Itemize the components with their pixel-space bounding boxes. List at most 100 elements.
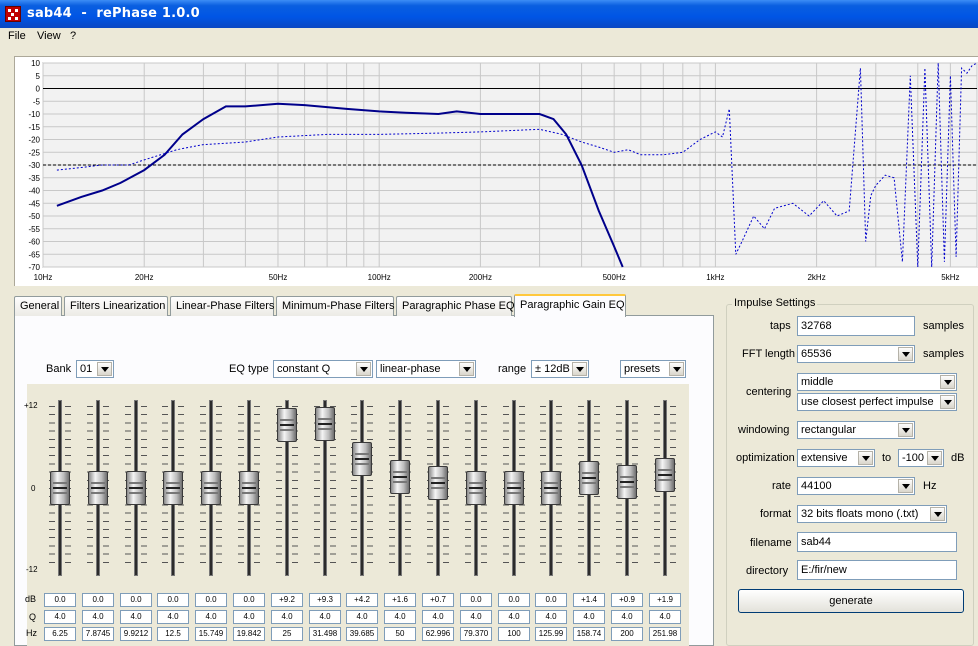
slider-thumb[interactable] xyxy=(428,466,448,501)
band-hz-value[interactable]: 200 xyxy=(611,627,643,641)
band-db-value[interactable]: +0.9 xyxy=(611,593,643,607)
band-q-value[interactable]: 4.0 xyxy=(649,610,681,624)
band-slider[interactable] xyxy=(572,398,606,580)
slider-thumb[interactable] xyxy=(50,471,70,505)
slider-thumb[interactable] xyxy=(655,458,675,493)
band-q-value[interactable]: 4.0 xyxy=(233,610,265,624)
directory-input[interactable]: E:/fir/new xyxy=(797,560,957,580)
band-q-value[interactable]: 4.0 xyxy=(44,610,76,624)
band-slider[interactable] xyxy=(610,398,644,580)
slider-thumb[interactable] xyxy=(277,408,297,443)
chevron-down-icon[interactable] xyxy=(927,451,942,465)
taps-input[interactable]: 32768 xyxy=(797,316,915,336)
chevron-down-icon[interactable] xyxy=(940,395,955,409)
chevron-down-icon[interactable] xyxy=(356,362,371,376)
band-q-value[interactable]: 4.0 xyxy=(120,610,152,624)
chevron-down-icon[interactable] xyxy=(898,423,913,437)
band-hz-value[interactable]: 251.98 xyxy=(649,627,681,641)
band-db-value[interactable]: +9.3 xyxy=(309,593,341,607)
range-select[interactable]: ± 12dB xyxy=(531,360,589,378)
centering-mode-select[interactable]: use closest perfect impulse xyxy=(797,393,957,411)
tab-paragraphic-gain-eq[interactable]: Paragraphic Gain EQ xyxy=(514,294,626,317)
eq-type-select[interactable]: constant Q xyxy=(273,360,373,378)
slider-thumb[interactable] xyxy=(315,407,335,442)
band-q-value[interactable]: 4.0 xyxy=(611,610,643,624)
band-slider[interactable] xyxy=(43,398,77,580)
band-slider[interactable] xyxy=(534,398,568,580)
slider-thumb[interactable] xyxy=(390,460,410,495)
band-slider[interactable] xyxy=(308,398,342,580)
band-hz-value[interactable]: 31.498 xyxy=(309,627,341,641)
band-hz-value[interactable]: 50 xyxy=(384,627,416,641)
band-q-value[interactable]: 4.0 xyxy=(157,610,189,624)
band-hz-value[interactable]: 100 xyxy=(498,627,530,641)
band-hz-value[interactable]: 62.996 xyxy=(422,627,454,641)
band-q-value[interactable]: 4.0 xyxy=(460,610,492,624)
slider-thumb[interactable] xyxy=(579,461,599,496)
band-slider[interactable] xyxy=(270,398,304,580)
slider-thumb[interactable] xyxy=(352,442,372,477)
chevron-down-icon[interactable] xyxy=(459,362,474,376)
band-q-value[interactable]: 4.0 xyxy=(271,610,303,624)
slider-thumb[interactable] xyxy=(201,471,221,505)
band-q-value[interactable]: 4.0 xyxy=(384,610,416,624)
band-db-value[interactable]: 0.0 xyxy=(460,593,492,607)
band-hz-value[interactable]: 19.842 xyxy=(233,627,265,641)
frequency-response-chart[interactable]: 10 5 0 -5 -10 -15 -20 -25 -30 -35 -40 -45 -50 -55 -60 -… xyxy=(14,56,978,286)
band-q-value[interactable]: 4.0 xyxy=(346,610,378,624)
chevron-down-icon[interactable] xyxy=(669,362,684,376)
band-slider[interactable] xyxy=(421,398,455,580)
band-hz-value[interactable]: 25 xyxy=(271,627,303,641)
band-q-value[interactable]: 4.0 xyxy=(573,610,605,624)
format-select[interactable]: 32 bits floats mono (.txt) xyxy=(797,505,947,523)
band-slider[interactable] xyxy=(81,398,115,580)
band-hz-value[interactable]: 125.99 xyxy=(535,627,567,641)
slider-thumb[interactable] xyxy=(504,471,524,505)
chevron-down-icon[interactable] xyxy=(898,347,913,361)
slider-thumb[interactable] xyxy=(88,471,108,505)
slider-thumb[interactable] xyxy=(163,471,183,505)
generate-button[interactable]: generate xyxy=(738,589,964,613)
band-slider[interactable] xyxy=(119,398,153,580)
phase-mode-select[interactable]: linear-phase xyxy=(376,360,476,378)
rate-select[interactable]: 44100 xyxy=(797,477,915,495)
band-db-value[interactable]: +4.2 xyxy=(346,593,378,607)
band-db-value[interactable]: 0.0 xyxy=(157,593,189,607)
tab-linear-phase-filters[interactable]: Linear-Phase Filters xyxy=(170,296,274,316)
band-hz-value[interactable]: 15.749 xyxy=(195,627,227,641)
chevron-down-icon[interactable] xyxy=(898,479,913,493)
centering-select[interactable]: middle xyxy=(797,373,957,391)
tab-filters-linearization[interactable]: Filters Linearization xyxy=(64,296,168,316)
slider-thumb[interactable] xyxy=(466,471,486,505)
band-slider[interactable] xyxy=(156,398,190,580)
optimization-select[interactable]: extensive xyxy=(797,449,875,467)
band-q-value[interactable]: 4.0 xyxy=(422,610,454,624)
band-db-value[interactable]: 0.0 xyxy=(195,593,227,607)
band-db-value[interactable]: 0.0 xyxy=(498,593,530,607)
slider-thumb[interactable] xyxy=(541,471,561,505)
band-hz-value[interactable]: 12.5 xyxy=(157,627,189,641)
tab-paragraphic-phase-eq[interactable]: Paragraphic Phase EQ xyxy=(396,296,515,316)
menu-file[interactable]: File xyxy=(8,30,26,42)
band-slider[interactable] xyxy=(383,398,417,580)
band-db-value[interactable]: +1.4 xyxy=(573,593,605,607)
band-db-value[interactable]: 0.0 xyxy=(82,593,114,607)
app-icon[interactable] xyxy=(5,6,21,22)
tab-general[interactable]: General xyxy=(14,296,62,316)
band-slider[interactable] xyxy=(497,398,531,580)
band-db-value[interactable]: 0.0 xyxy=(535,593,567,607)
band-hz-value[interactable]: 39.685 xyxy=(346,627,378,641)
band-db-value[interactable]: +1.6 xyxy=(384,593,416,607)
band-q-value[interactable]: 4.0 xyxy=(535,610,567,624)
slider-thumb[interactable] xyxy=(126,471,146,505)
band-hz-value[interactable]: 7.8745 xyxy=(82,627,114,641)
band-db-value[interactable]: 0.0 xyxy=(233,593,265,607)
fft-length-select[interactable]: 65536 xyxy=(797,345,915,363)
windowing-select[interactable]: rectangular xyxy=(797,421,915,439)
tab-minimum-phase-filters[interactable]: Minimum-Phase Filters xyxy=(276,296,394,316)
band-slider[interactable] xyxy=(459,398,493,580)
band-q-value[interactable]: 4.0 xyxy=(498,610,530,624)
band-slider[interactable] xyxy=(648,398,682,580)
band-hz-value[interactable]: 6.25 xyxy=(44,627,76,641)
slider-thumb[interactable] xyxy=(239,471,259,505)
